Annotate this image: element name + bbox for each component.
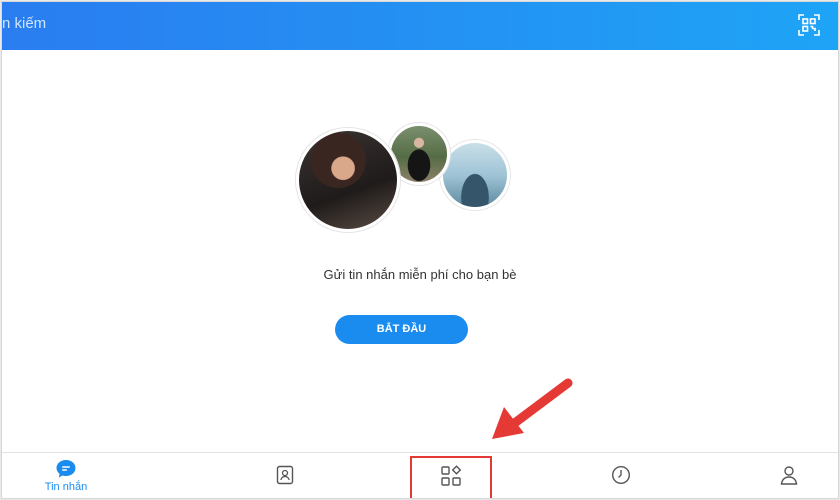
nav-tab-timeline[interactable]: [586, 453, 656, 498]
contacts-icon: [276, 465, 294, 485]
friend-avatar: [296, 128, 400, 232]
annotation-arrow-icon: [492, 378, 573, 439]
start-button[interactable]: BẮT ĐẦU: [335, 315, 468, 344]
top-bar: n kiếm: [2, 2, 838, 50]
clock-icon: [611, 465, 631, 485]
nav-tab-messages[interactable]: Tin nhắn: [31, 453, 101, 498]
friend-avatar: [440, 140, 510, 210]
app-window: n kiếm Gửi tin nhắn miễn phí cho bạn bè …: [1, 1, 839, 499]
nav-tab-contacts[interactable]: [250, 453, 320, 498]
nav-tab-profile[interactable]: [754, 453, 824, 498]
chat-bubble-icon: [56, 460, 76, 478]
empty-state-message: Gửi tin nhắn miễn phí cho bạn bè: [323, 267, 517, 282]
nav-tab-messages-label: Tin nhắn: [44, 481, 88, 493]
annotation-highlight-box: [410, 456, 492, 498]
person-icon: [780, 466, 798, 485]
qr-scan-icon[interactable]: [798, 14, 820, 36]
search-input[interactable]: n kiếm: [2, 15, 46, 32]
